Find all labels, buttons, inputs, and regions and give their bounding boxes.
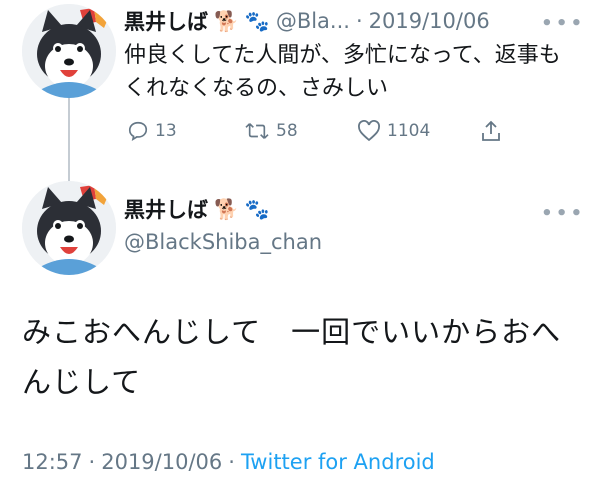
like-count: 1104 [387,121,431,141]
shiba-avatar-icon [22,4,116,98]
retweet-icon [245,123,269,139]
display-name[interactable]: 黒井しば [124,6,208,36]
separator: · [355,9,363,33]
more-options-button[interactable]: ∙∙∙ [540,200,584,225]
reply-icon [128,121,148,141]
tweet1-header: 黒井しば 🐕 🐾 @Bla... · 2019/10/06 [124,6,490,36]
tweet-date[interactable]: 2019/10/06 [369,9,490,33]
retweet-count: 58 [276,121,298,141]
source-link[interactable]: Twitter for Android [241,450,435,474]
shiba-avatar-icon [22,181,116,275]
dog-emoji-icon: 🐕 [214,9,239,33]
tweet-text: みこおへんじして 一回でいいからおへんじして [22,315,562,399]
ellipsis-icon: ∙∙∙ [540,200,585,225]
share-button[interactable] [480,119,502,143]
reply-button[interactable]: 13 [127,120,177,142]
handle[interactable]: @Bla... [276,9,350,33]
tweet-footer: 12:57 · 2019/10/06 · Twitter for Android [22,450,435,474]
avatar[interactable] [22,4,116,98]
tweet-time[interactable]: 12:57 [22,450,83,474]
dog-emoji-icon: 🐕 [214,197,239,221]
retweet-button[interactable]: 58 [244,120,298,142]
like-button[interactable]: 1104 [357,120,430,142]
paws-emoji-icon: 🐾 [244,197,270,221]
display-name[interactable]: 黒井しば [124,194,208,224]
handle[interactable]: @BlackShiba_chan [124,230,322,254]
separator: · [88,450,96,474]
reply-count: 13 [155,121,177,141]
separator: · [228,450,235,474]
thread-line [68,96,70,182]
ellipsis-icon: ∙∙∙ [540,10,585,35]
heart-icon [358,120,380,142]
more-options-button[interactable]: ∙∙∙ [540,10,584,35]
share-icon [482,120,500,141]
tweet-date[interactable]: 2019/10/06 [101,450,222,474]
avatar[interactable] [22,181,116,275]
tweet-text: 仲良くしてた人間が、多忙になって、返事もくれなくなるの、さみしい [124,43,561,101]
tweet2-name-row: 黒井しば 🐕 🐾 [124,194,270,224]
paws-emoji-icon: 🐾 [244,9,270,33]
